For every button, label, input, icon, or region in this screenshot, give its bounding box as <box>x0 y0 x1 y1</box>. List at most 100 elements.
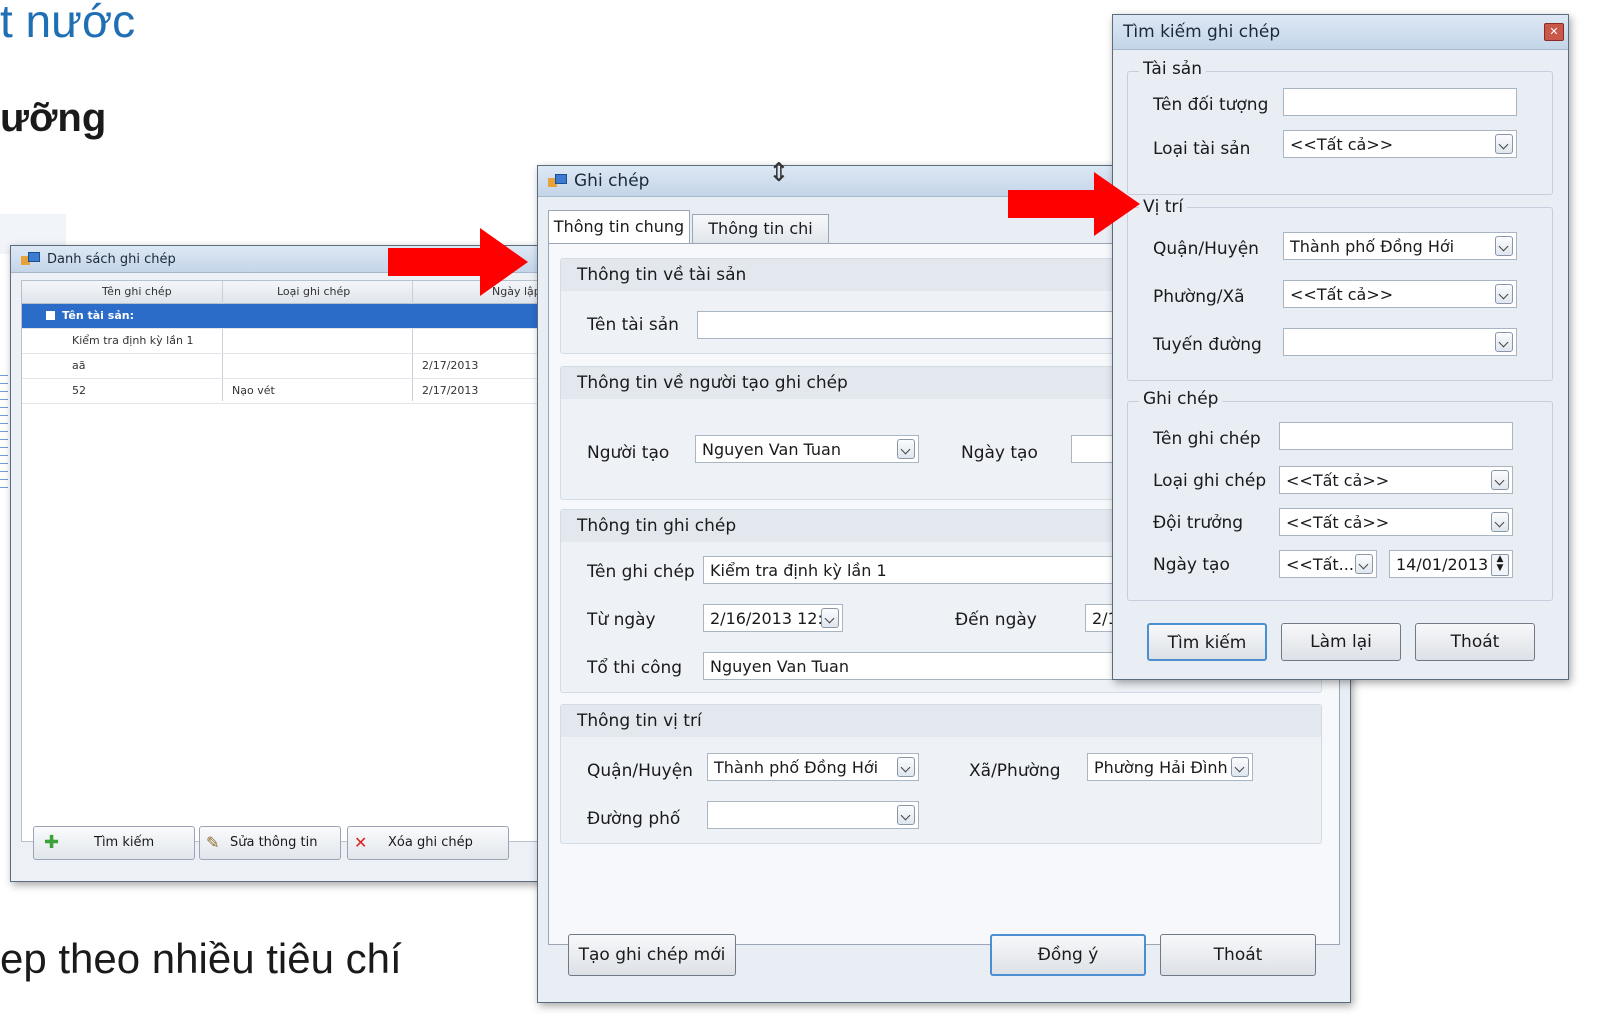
created-date-label: Ngày tạo <box>961 443 1038 463</box>
ok-button[interactable]: Đồng ý <box>990 934 1146 976</box>
cell-date: 2/17/2013 <box>422 384 479 397</box>
list-window-title: Danh sách ghi chép <box>47 251 176 267</box>
chevron-down-icon[interactable] <box>1231 757 1249 777</box>
chevron-down-icon[interactable] <box>1495 236 1513 256</box>
asset-group-title: Tài sản <box>1139 59 1206 79</box>
delete-button[interactable]: ✕ Xóa ghi chép <box>347 826 509 860</box>
location-section-title: Thông tin vị trí <box>577 711 702 731</box>
location-group-title: Vị trí <box>1139 197 1188 217</box>
chevron-down-icon[interactable] <box>1495 284 1513 304</box>
creator-label: Người tạo <box>587 443 670 463</box>
background-lines <box>0 368 8 488</box>
cell-name: aã <box>72 359 86 372</box>
edit-button[interactable]: ✎ Sửa thông tin <box>199 826 341 860</box>
chevron-down-icon[interactable] <box>1355 554 1373 574</box>
record-type-label: Loại ghi chép <box>1153 471 1267 491</box>
record-name-field[interactable] <box>1279 422 1513 450</box>
pencil-icon: ✎ <box>206 833 220 852</box>
group-row-label: Tên tài sản: <box>62 309 134 322</box>
expand-icon[interactable] <box>46 311 55 320</box>
exit-button[interactable]: Thoát <box>1160 934 1316 976</box>
chevron-down-icon[interactable] <box>1491 512 1509 532</box>
created-mode-select[interactable]: <<Tất... <box>1279 550 1377 578</box>
cell-type: Nạo vét <box>232 384 275 397</box>
cell-name: 52 <box>72 384 86 397</box>
to-date-label: Đến ngày <box>955 610 1037 630</box>
tab-general[interactable]: Thông tin chung <box>548 210 690 245</box>
record-type-select[interactable]: <<Tất cả>> <box>1279 466 1513 494</box>
location-section: Thông tin vị trí Quận/Huyện Thành phố Đồ… <box>560 704 1322 844</box>
record-name-field[interactable]: Kiểm tra định kỳ lần 1 <box>703 556 1123 584</box>
object-name-field[interactable] <box>1283 88 1517 116</box>
reset-button[interactable]: Làm lại <box>1281 623 1401 661</box>
object-name-label: Tên đối tượng <box>1153 95 1269 115</box>
chevron-down-icon[interactable] <box>897 439 915 459</box>
asset-type-select[interactable]: <<Tất cả>> <box>1283 130 1517 158</box>
resize-cursor-icon: ⇕ <box>768 158 790 188</box>
record-group-title: Ghi chép <box>1139 389 1223 409</box>
asset-name-field[interactable] <box>697 311 1117 339</box>
ward-select[interactable]: Phường Hải Đình <box>1087 753 1253 781</box>
district-select[interactable]: Thành phố Đồng Hới <box>707 753 919 781</box>
close-icon[interactable]: ✕ <box>1544 23 1564 41</box>
creator-select[interactable]: Nguyen Van Tuan <box>695 435 919 463</box>
from-date-label: Từ ngày <box>587 610 656 630</box>
window-icon <box>21 252 40 266</box>
search-button[interactable]: ✚ Tìm kiếm <box>33 826 195 860</box>
arrow-to-record-window <box>388 228 528 296</box>
table-row[interactable]: Kiểm tra định kỳ lần 1 <box>22 329 550 354</box>
spinner-icon[interactable]: ▲ ▼ <box>1491 554 1509 576</box>
created-label: Ngày tạo <box>1153 555 1230 575</box>
route-select[interactable] <box>1283 328 1517 356</box>
slide-title: t nước <box>0 0 136 47</box>
chevron-down-icon[interactable] <box>897 805 915 825</box>
team-lead-select[interactable]: <<Tất cả>> <box>1279 508 1513 536</box>
team-lead-label: Đội trưởng <box>1153 513 1244 533</box>
ward-label: Xã/Phường <box>969 761 1061 781</box>
record-section-title: Thông tin ghi chép <box>577 516 737 536</box>
ward-label: Phường/Xã <box>1153 287 1245 307</box>
record-name-label: Tên ghi chép <box>1153 429 1261 449</box>
cell-name: Kiểm tra định kỳ lần 1 <box>72 334 194 347</box>
group-row[interactable]: Tên tài sản: <box>22 304 550 329</box>
creator-section-title: Thông tin về người tạo ghi chép <box>577 373 848 393</box>
slide-bottom-text: ep theo nhiều tiêu chí <box>0 935 402 982</box>
from-date-picker[interactable]: 2/16/2013 12: <box>703 604 843 632</box>
chevron-down-icon[interactable] <box>821 608 839 628</box>
new-record-button[interactable]: Tạo ghi chép mới <box>568 934 736 976</box>
chevron-down-icon[interactable] <box>897 757 915 777</box>
slide-subtitle: ưỡng <box>0 96 107 140</box>
records-grid: Tên ghi chép Loại ghi chép Ngày lập Tên … <box>21 280 551 842</box>
chevron-down-icon[interactable] <box>1495 332 1513 352</box>
search-window-title: Tìm kiếm ghi chép <box>1123 22 1281 42</box>
asset-name-label: Tên tài sản <box>587 315 679 335</box>
chevron-down-icon[interactable] <box>1491 470 1509 490</box>
created-date-spinner[interactable]: 14/01/2013 ▲ ▼ <box>1389 550 1513 578</box>
arrow-to-search-window <box>1008 172 1140 236</box>
asset-type-label: Loại tài sản <box>1153 139 1251 159</box>
tab-detail[interactable]: Thông tin chi tiết <box>692 214 829 266</box>
search-submit-button[interactable]: Tìm kiếm <box>1147 623 1267 661</box>
list-window: Danh sách ghi chép Tên ghi chép Loại ghi… <box>10 245 552 882</box>
column-header-name[interactable]: Tên ghi chép <box>102 281 172 303</box>
street-select[interactable] <box>707 801 919 829</box>
exit-button[interactable]: Thoát <box>1415 623 1535 661</box>
ward-select[interactable]: <<Tất cả>> <box>1283 280 1517 308</box>
cell-date: 2/17/2013 <box>422 359 479 372</box>
district-select[interactable]: Thành phố Đồng Hới <box>1283 232 1517 260</box>
chevron-down-icon[interactable] <box>1495 134 1513 154</box>
close-icon: ✕ <box>354 833 368 852</box>
asset-section-title: Thông tin về tài sản <box>577 265 747 285</box>
route-label: Tuyến đường <box>1153 335 1262 355</box>
search-window-titlebar[interactable]: Tìm kiếm ghi chép ✕ <box>1113 15 1568 50</box>
table-row[interactable]: 52 Nạo vét 2/17/2013 <box>22 379 550 404</box>
record-window-title: Ghi chép <box>574 171 650 191</box>
record-name-label: Tên ghi chép <box>587 562 695 582</box>
district-label: Quận/Huyện <box>587 761 693 781</box>
street-label: Đường phố <box>587 809 681 829</box>
team-field[interactable]: Nguyen Van Tuan <box>703 652 1123 680</box>
team-label: Tổ thi công <box>587 658 683 678</box>
table-row[interactable]: aã 2/17/2013 <box>22 354 550 379</box>
window-icon <box>548 174 567 188</box>
column-header-type[interactable]: Loại ghi chép <box>277 281 350 303</box>
